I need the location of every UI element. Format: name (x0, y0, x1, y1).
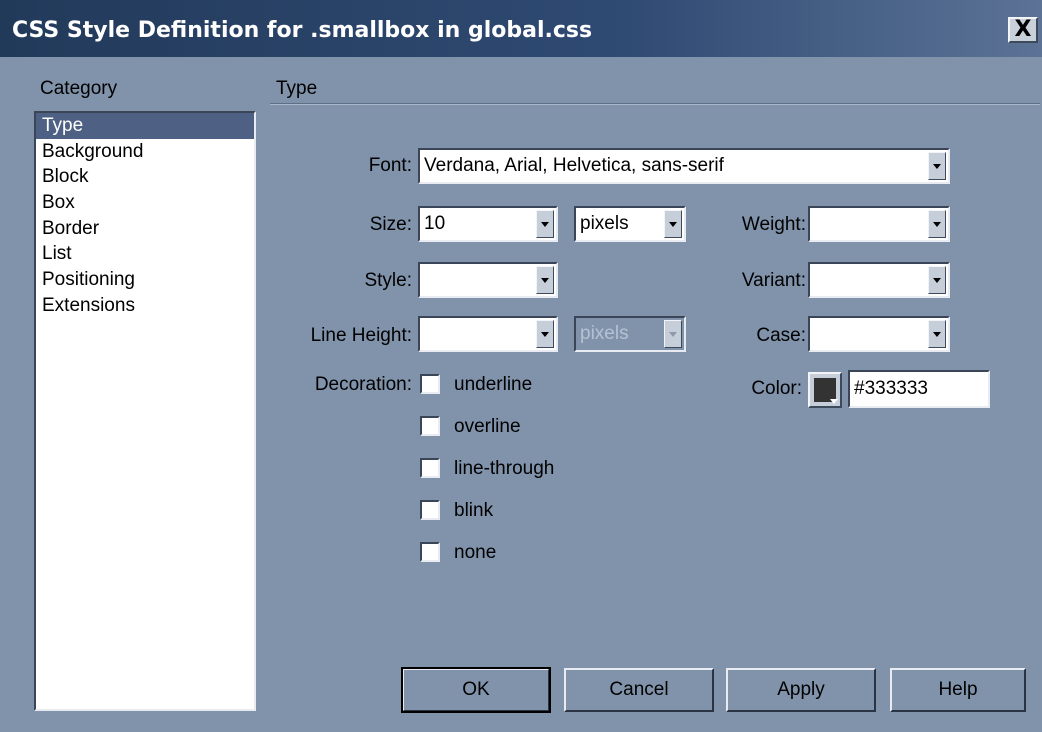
color-picker-arrow-icon (830, 399, 838, 404)
color-input[interactable]: #333333 (848, 370, 990, 408)
overline-checkbox[interactable] (420, 416, 440, 436)
category-header: Category (40, 78, 118, 99)
weight-dropdown-arrow-icon[interactable] (928, 210, 946, 238)
line-through-checkbox[interactable] (420, 458, 440, 478)
size-select[interactable]: 10 (418, 206, 558, 242)
panel-title: Type (276, 78, 318, 99)
size-unit-select[interactable]: pixels (574, 206, 686, 242)
style-select[interactable] (418, 262, 558, 298)
style-label: Style: (364, 270, 412, 291)
overline-label: overline (454, 416, 521, 437)
size-dropdown-arrow-icon[interactable] (536, 210, 554, 238)
category-list[interactable]: Type Background Block Box Border List Po… (34, 111, 256, 711)
category-item-list[interactable]: List (36, 241, 254, 267)
line-height-dropdown-arrow-icon[interactable] (536, 320, 554, 348)
category-item-border[interactable]: Border (36, 216, 254, 242)
close-button[interactable]: X (1008, 17, 1038, 43)
ok-button[interactable]: OK (401, 667, 551, 713)
blink-label: blink (454, 500, 494, 521)
variant-label: Variant: (741, 270, 806, 291)
font-value: Verdana, Arial, Helvetica, sans-serif (424, 155, 724, 176)
color-picker-button[interactable] (808, 372, 842, 408)
category-item-extensions[interactable]: Extensions (36, 293, 254, 319)
size-label: Size: (369, 214, 412, 235)
none-label: none (454, 542, 497, 563)
font-label: Font: (368, 155, 412, 176)
apply-button[interactable]: Apply (726, 668, 876, 712)
category-item-block[interactable]: Block (36, 164, 254, 190)
variant-dropdown-arrow-icon[interactable] (928, 266, 946, 294)
line-height-unit-select: pixels (574, 316, 686, 352)
underline-checkbox[interactable] (420, 374, 440, 394)
variant-select[interactable] (808, 262, 950, 298)
dialog-title: CSS Style Definition for .smallbox in gl… (12, 18, 593, 43)
blink-checkbox[interactable] (420, 500, 440, 520)
close-icon: X (1014, 17, 1032, 42)
color-value: #333333 (854, 378, 928, 399)
line-height-unit-value: pixels (580, 323, 629, 344)
case-label: Case: (756, 325, 806, 346)
underline-label: underline (454, 374, 533, 395)
help-button[interactable]: Help (890, 668, 1026, 712)
font-dropdown-arrow-icon[interactable] (928, 152, 946, 180)
style-dropdown-arrow-icon[interactable] (536, 266, 554, 294)
color-label: Color: (751, 378, 802, 399)
decoration-label: Decoration: (314, 374, 412, 395)
line-height-label: Line Height: (310, 325, 412, 346)
case-dropdown-arrow-icon[interactable] (928, 320, 946, 348)
panel-divider (270, 103, 1040, 105)
line-height-unit-dropdown-arrow-icon (664, 320, 682, 348)
line-height-select[interactable] (418, 316, 558, 352)
category-item-positioning[interactable]: Positioning (36, 267, 254, 293)
category-item-background[interactable]: Background (36, 139, 254, 165)
weight-select[interactable] (808, 206, 950, 242)
category-item-type[interactable]: Type (36, 113, 254, 139)
cancel-button[interactable]: Cancel (564, 668, 714, 712)
line-through-label: line-through (454, 458, 555, 479)
none-checkbox[interactable] (420, 542, 440, 562)
title-bar[interactable]: CSS Style Definition for .smallbox in gl… (0, 0, 1042, 57)
size-value: 10 (424, 213, 446, 234)
font-select[interactable]: Verdana, Arial, Helvetica, sans-serif (418, 148, 950, 184)
category-item-box[interactable]: Box (36, 190, 254, 216)
size-unit-value: pixels (580, 213, 629, 234)
case-select[interactable] (808, 316, 950, 352)
css-style-definition-dialog: CSS Style Definition for .smallbox in gl… (0, 0, 1042, 732)
size-unit-dropdown-arrow-icon[interactable] (664, 210, 682, 238)
weight-label: Weight: (741, 214, 806, 235)
